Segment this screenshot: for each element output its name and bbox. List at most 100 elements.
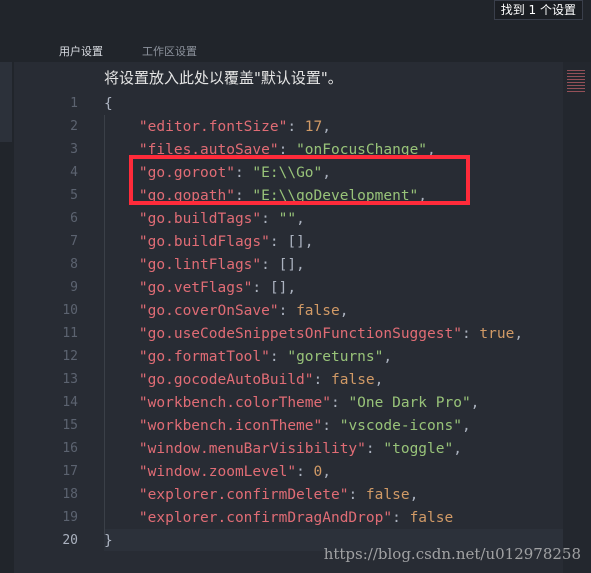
punctuation: , [383, 349, 393, 365]
minimap[interactable] [563, 62, 591, 573]
punctuation: , [322, 119, 331, 135]
string-value: "One Dark Pro" [348, 395, 471, 411]
punctuation [104, 257, 139, 273]
top-bar: 找到 1 个设置 [0, 0, 591, 20]
code-line[interactable]: } [104, 530, 113, 552]
punctuation: : [322, 418, 340, 434]
punctuation [104, 211, 139, 227]
minimap-line [567, 88, 585, 89]
punctuation: , [514, 326, 524, 342]
punctuation: , [470, 395, 480, 411]
code-line[interactable]: "go.vetFlags": [], [104, 277, 296, 299]
line-number: 19 [62, 510, 78, 525]
line-number: 10 [62, 303, 78, 318]
setting-key: "editor.fontSize" [138, 119, 288, 135]
minimap-line [567, 85, 585, 86]
punctuation: : [], [269, 234, 314, 250]
literal-value: 17 [304, 119, 323, 135]
string-value: "vscode-icons" [339, 418, 462, 434]
code-line[interactable]: "explorer.confirmDelete": false, [104, 484, 418, 506]
punctuation: , [296, 211, 305, 227]
setting-key: "go.gocodeAutoBuild" [138, 372, 314, 388]
line-number: 5 [70, 188, 78, 203]
punctuation [104, 395, 139, 411]
setting-key: "go.useCodeSnippetsOnFunctionSuggest" [138, 326, 462, 342]
tab-user-settings[interactable]: 用户设置 [59, 43, 103, 59]
line-number: 11 [62, 326, 78, 341]
settings-header-hint: 将设置放入此处以覆盖"默认设置"。 [104, 69, 343, 87]
literal-value: false [331, 372, 375, 388]
punctuation: : [261, 211, 279, 227]
code-line[interactable]: "window.zoomLevel": 0, [104, 461, 331, 483]
panel-edge-block [0, 62, 12, 142]
punctuation [104, 372, 139, 388]
line-number: 3 [70, 142, 78, 157]
code-line[interactable]: "go.lintFlags": [], [104, 254, 305, 276]
line-number: 2 [70, 119, 78, 134]
punctuation: : [], [252, 280, 297, 296]
punctuation: : [392, 510, 410, 526]
code-line[interactable]: "workbench.iconTheme": "vscode-icons", [104, 415, 471, 437]
line-number: 13 [62, 372, 78, 387]
literal-value: false [365, 487, 410, 503]
punctuation [104, 418, 139, 434]
line-number: 17 [62, 464, 78, 479]
punctuation: , [461, 418, 471, 434]
minimap-line [567, 70, 585, 71]
literal-value: true [479, 326, 515, 342]
code-line[interactable]: "window.menuBarVisibility": "toggle", [104, 438, 462, 460]
literal-value: false [409, 510, 454, 526]
setting-key: "explorer.confirmDragAndDrop" [138, 510, 393, 526]
punctuation: , [322, 464, 331, 480]
search-result-badge: 找到 1 个设置 [493, 0, 583, 20]
minimap-line [567, 76, 585, 77]
tab-workspace-settings[interactable]: 工作区设置 [142, 43, 197, 59]
setting-key: "go.vetFlags" [138, 280, 253, 296]
punctuation: : [269, 349, 288, 365]
code-line[interactable]: "go.gocodeAutoBuild": false, [104, 369, 383, 391]
punctuation [104, 326, 139, 342]
setting-key: "go.buildTags" [138, 211, 262, 227]
literal-value: 0 [313, 464, 323, 480]
code-line[interactable]: { [104, 93, 113, 115]
code-line[interactable]: "go.buildTags": "", [104, 208, 305, 230]
line-number: 20 [62, 533, 78, 548]
line-number: 18 [62, 487, 78, 502]
settings-tab-bar: 用户设置 工作区设置 [0, 20, 591, 62]
line-number: 6 [70, 211, 78, 226]
punctuation [104, 234, 139, 250]
line-number: 14 [62, 395, 78, 410]
setting-key: "go.formatTool" [138, 349, 270, 365]
setting-key: "window.zoomLevel" [138, 464, 297, 480]
code-line[interactable]: "go.buildFlags": [], [104, 231, 314, 253]
code-line[interactable]: "editor.fontSize": 17, [104, 116, 331, 138]
code-line[interactable]: "explorer.confirmDragAndDrop": false [104, 507, 453, 529]
minimap-line [567, 79, 585, 80]
setting-key: "go.lintFlags" [138, 257, 262, 273]
literal-value: false [296, 303, 340, 319]
minimap-line [567, 91, 585, 92]
punctuation: : [348, 487, 366, 503]
string-value: "toggle" [383, 441, 454, 457]
code-line[interactable]: "go.coverOnSave": false, [104, 300, 349, 322]
punctuation [104, 349, 139, 365]
line-number: 1 [70, 96, 78, 111]
setting-key: "workbench.iconTheme" [138, 418, 323, 434]
annotation-highlight-box [129, 155, 470, 205]
setting-key: "explorer.confirmDelete" [138, 487, 349, 503]
punctuation: { [104, 96, 113, 112]
punctuation: } [104, 533, 113, 549]
string-value: "" [278, 211, 297, 227]
punctuation [104, 510, 139, 526]
punctuation: , [374, 372, 384, 388]
punctuation: , [409, 487, 419, 503]
punctuation: : [313, 372, 331, 388]
punctuation: : [278, 303, 297, 319]
punctuation [104, 487, 139, 503]
code-line[interactable]: "go.formatTool": "goreturns", [104, 346, 392, 368]
code-line[interactable]: "go.useCodeSnippetsOnFunctionSuggest": t… [104, 323, 523, 345]
minimap-line [567, 82, 585, 83]
code-line[interactable]: "workbench.colorTheme": "One Dark Pro", [104, 392, 479, 414]
punctuation [104, 464, 139, 480]
line-number: 15 [62, 418, 78, 433]
